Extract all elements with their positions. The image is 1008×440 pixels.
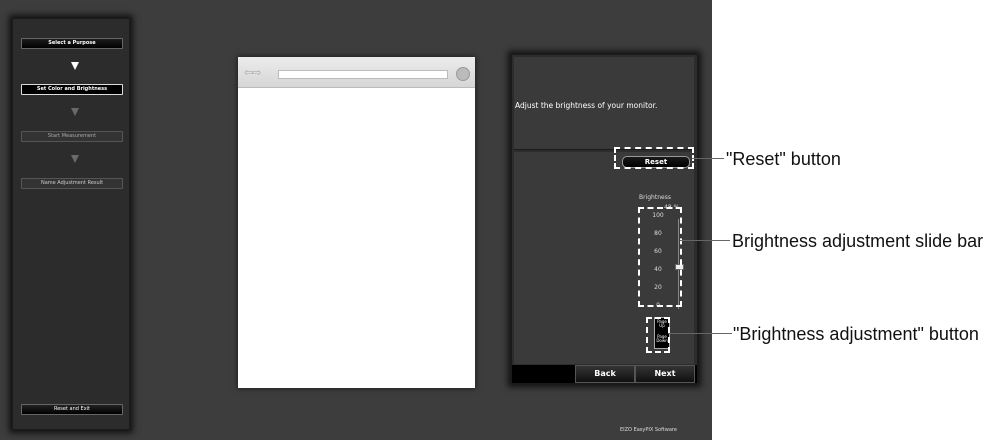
callout-line bbox=[668, 333, 732, 334]
step-select-purpose[interactable]: Select a Purpose bbox=[21, 38, 123, 49]
navigation-bar: Back Next bbox=[512, 365, 697, 383]
down-arrow-icon bbox=[71, 155, 79, 163]
slider-highlight-frame bbox=[638, 207, 682, 307]
step-panel: Select a Purpose Set Color and Brightnes… bbox=[12, 18, 130, 430]
back-forward-arrows-icon: ⇦⇨ bbox=[244, 66, 261, 79]
reset-callout: "Reset" button bbox=[726, 149, 841, 169]
reset-and-exit-button[interactable]: Reset and Exit bbox=[21, 404, 123, 415]
step-start-measurement[interactable]: Start Measurement bbox=[21, 131, 123, 142]
down-arrow-icon bbox=[71, 62, 79, 70]
button-highlight-frame bbox=[646, 317, 670, 353]
circle-icon bbox=[456, 67, 470, 81]
browser-preview: ⇦⇨ bbox=[238, 57, 475, 388]
step-set-color-brightness[interactable]: Set Color and Brightness bbox=[21, 84, 123, 95]
reset-highlight-frame bbox=[614, 147, 694, 169]
message-area: Adjust the brightness of your monitor. bbox=[514, 57, 694, 150]
back-button[interactable]: Back bbox=[575, 365, 635, 383]
browser-toolbar: ⇦⇨ bbox=[238, 57, 475, 88]
next-button[interactable]: Next bbox=[635, 365, 695, 383]
callout-line bbox=[692, 158, 724, 159]
url-bar bbox=[278, 70, 448, 79]
step-name-result[interactable]: Name Adjustment Result bbox=[21, 178, 123, 189]
brightness-button-callout: "Brightness adjustment" button bbox=[733, 324, 979, 344]
footer-brand: EIZO EasyPIX Software bbox=[620, 427, 677, 433]
down-arrow-icon bbox=[71, 108, 79, 116]
instruction-text: Adjust the brightness of your monitor. bbox=[515, 101, 658, 110]
callout-line bbox=[680, 240, 730, 241]
slider-callout: Brightness adjustment slide bar bbox=[732, 231, 984, 251]
brightness-label: Brightness bbox=[639, 194, 671, 201]
app-window: Select a Purpose Set Color and Brightnes… bbox=[0, 0, 712, 440]
